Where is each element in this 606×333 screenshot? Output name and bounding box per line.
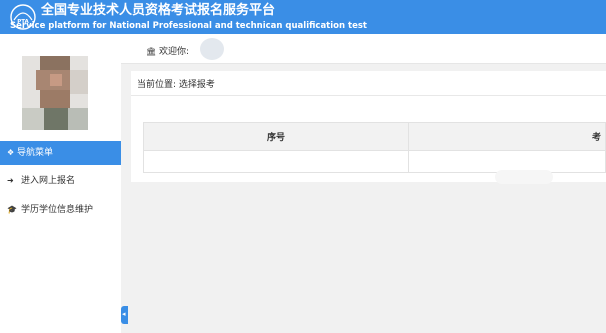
sidebar-item-label: 学历学位信息维护: [21, 205, 94, 215]
platform-title: 全国专业技术人员资格考试报名服务平台: [41, 3, 276, 18]
app-header: PTA 全国专业技术人员资格考试报名服务平台 Service platform …: [0, 0, 606, 34]
chevron-left-icon: ◂: [122, 310, 126, 318]
exam-table: 序号 考: [143, 122, 606, 173]
top-bar: 🏛 欢迎你:: [121, 34, 606, 64]
welcome-text: 🏛 欢迎你:: [146, 47, 190, 57]
sidebar: ❖ 导航菜单 ➜ 进入网上报名 🎓 学历学位信息维护: [0, 34, 121, 333]
user-avatar: [22, 56, 88, 130]
graduation-cap-icon: 🎓: [7, 205, 17, 214]
home-icon: ❖: [7, 148, 15, 157]
redacted-area: [495, 170, 553, 184]
nav-menu-header: ❖ 导航菜单: [0, 141, 121, 165]
sign-in-icon: ➜: [7, 176, 14, 185]
sidebar-item-online-registration[interactable]: ➜ 进入网上报名: [7, 175, 75, 187]
content-panel: 当前位置: 选择报考 序号 考: [131, 71, 606, 182]
platform-subtitle: Service platform for National Profession…: [10, 21, 367, 31]
sidebar-item-degree-info[interactable]: 🎓 学历学位信息维护: [7, 204, 117, 216]
sidebar-collapse-button[interactable]: ◂: [121, 306, 128, 324]
nav-menu-label: 导航菜单: [17, 148, 54, 158]
username-redacted: [200, 38, 224, 60]
table-header-exam: 考: [408, 122, 606, 151]
bank-icon: 🏛: [146, 47, 157, 56]
table-header-index: 序号: [143, 122, 409, 151]
sidebar-item-label: 进入网上报名: [21, 176, 76, 186]
